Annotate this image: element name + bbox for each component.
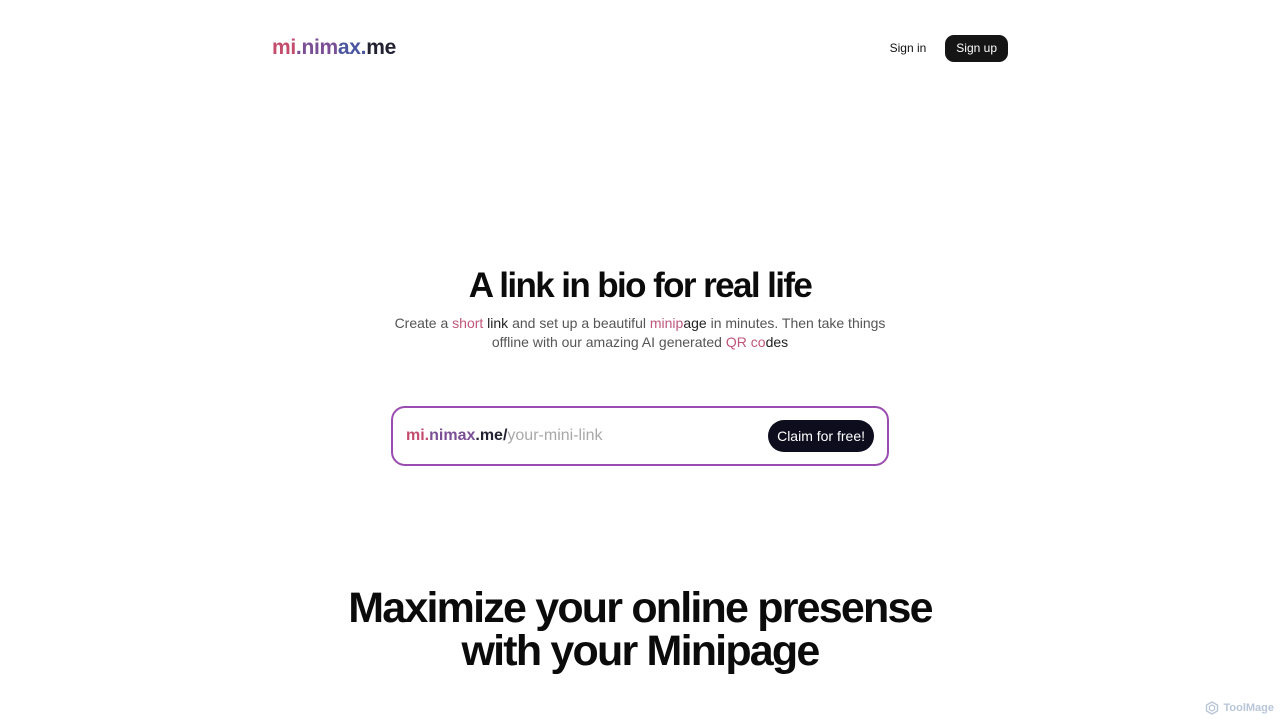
section-title-line: with your Minipage — [461, 627, 821, 675]
logo-part: me — [366, 36, 396, 59]
sign-in-link[interactable]: Sign in — [890, 41, 927, 55]
watermark: ToolMage — [1205, 701, 1274, 715]
section-title: Maximize your online presense with your … — [0, 587, 1280, 673]
section-title-line: Maximize your online presense — [348, 584, 933, 632]
logo-part: .nim — [295, 36, 338, 59]
header-nav: Sign in Sign up — [890, 34, 1008, 62]
subtitle-text: Create a — [394, 315, 453, 331]
subtitle-text: link — [483, 315, 509, 331]
toolmage-logo-icon — [1205, 701, 1219, 715]
subtitle-text: age — [683, 315, 707, 331]
subtitle-text: des — [765, 334, 789, 350]
mini-link-input[interactable] — [507, 427, 769, 445]
subtitle-highlight: co — [746, 334, 766, 350]
claim-link-form: mi.nimax.me/ Claim for free! — [391, 406, 889, 466]
claim-domain-prefix: mi.nimax.me/ — [406, 427, 507, 445]
subtitle-highlight: QR — [725, 334, 747, 350]
prefix-part: .me — [475, 427, 503, 444]
site-header: mi.nimax.me Sign in Sign up — [272, 33, 1008, 63]
watermark-label: ToolMage — [1223, 702, 1274, 714]
landing-page: mi.nimax.me Sign in Sign up A link in bi… — [0, 0, 1280, 720]
subtitle-text: and set up a beautiful — [508, 315, 650, 331]
hero-title: A link in bio for real life — [468, 266, 813, 305]
logo-part: ax. — [337, 36, 367, 59]
subtitle-highlight: minip — [649, 315, 684, 331]
site-logo[interactable]: mi.nimax.me — [272, 36, 396, 60]
hero-subtitle: Create a short link and set up a beautif… — [388, 314, 892, 352]
claim-button[interactable]: Claim for free! — [768, 420, 874, 452]
logo-part: mi — [272, 36, 296, 59]
prefix-part: mi. — [406, 427, 430, 444]
sign-up-button[interactable]: Sign up — [945, 34, 1008, 62]
subtitle-highlight: short — [452, 315, 484, 331]
prefix-part: nimax — [429, 427, 476, 444]
